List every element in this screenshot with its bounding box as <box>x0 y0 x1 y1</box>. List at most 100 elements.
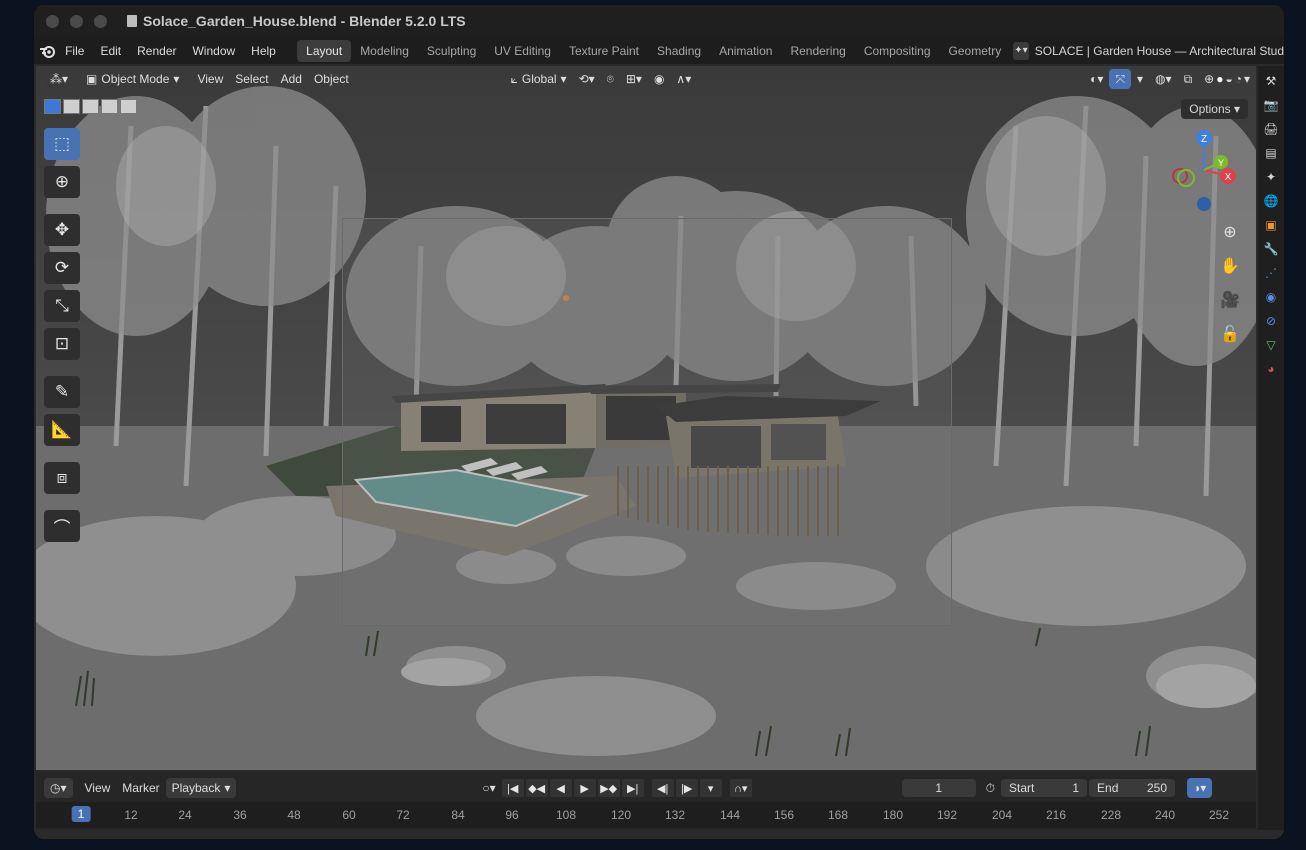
add-cube-tool[interactable]: ⧈ <box>44 462 80 494</box>
editor-type-button[interactable]: ⁂▾ <box>44 69 75 89</box>
camera-view-icon[interactable]: 🎥 <box>1218 288 1242 312</box>
stopwatch-icon[interactable]: ⏱ <box>980 778 1001 798</box>
chevron-down-icon[interactable]: ▾ <box>1244 69 1250 89</box>
start-frame-field[interactable]: Start 1 <box>1001 779 1088 797</box>
play-icon[interactable]: ▶ <box>573 779 596 797</box>
play-reverse-icon[interactable]: ◀ <box>549 779 572 797</box>
jump-next-key-icon[interactable]: ▶◆ <box>597 779 620 797</box>
annotate-tool[interactable]: ✎ <box>44 376 80 408</box>
timeline-menu-playback[interactable]: Playback ▾ <box>165 778 237 798</box>
jump-start-icon[interactable]: |◀ <box>501 779 524 797</box>
menu-file[interactable]: File <box>57 40 92 62</box>
physics-properties-icon[interactable]: ◉ <box>1262 288 1280 306</box>
select-intersect-icon[interactable] <box>120 99 137 114</box>
snap-target-button[interactable]: ⊞▾ <box>620 69 648 89</box>
object-properties-icon[interactable]: ▣ <box>1262 216 1280 234</box>
select-invert-icon[interactable] <box>101 99 118 114</box>
select-box-tool[interactable]: ⬚ <box>44 128 80 160</box>
proportional-edit-toggle[interactable]: ◉ <box>647 69 671 89</box>
scale-tool[interactable]: ⤡ <box>44 290 80 322</box>
frame-tick-current[interactable]: 1 <box>71 806 91 822</box>
tab-layout[interactable]: Layout <box>297 39 352 62</box>
rendered-shading-icon[interactable]: ◔ <box>1235 69 1242 89</box>
lock-view-icon[interactable]: 🔓 <box>1218 322 1242 346</box>
gizmo-dropdown[interactable]: ▾ <box>1131 69 1149 89</box>
tab-sculpting[interactable]: Sculpting <box>418 40 485 62</box>
timeline-menu-view[interactable]: View <box>79 778 117 798</box>
viewport-menu-select[interactable]: Select <box>229 69 274 89</box>
visibility-button[interactable]: ◐▾ <box>1084 69 1109 89</box>
tab-modeling[interactable]: Modeling <box>351 40 418 62</box>
menu-window[interactable]: Window <box>184 40 243 62</box>
zoom-icon[interactable]: ⊕ <box>1218 220 1242 244</box>
world-properties-icon[interactable]: 🌐 <box>1262 192 1280 210</box>
tab-uv-editing[interactable]: UV Editing <box>485 40 560 62</box>
tab-compositing[interactable]: Compositing <box>855 40 940 62</box>
material-properties-icon[interactable]: ◕ <box>1262 360 1280 378</box>
curve-tool[interactable]: ⌒ <box>44 510 80 542</box>
overlay-toggle[interactable]: ◍▾ <box>1149 69 1178 89</box>
minimize-window-button[interactable] <box>70 14 83 28</box>
render-properties-icon[interactable]: 📷 <box>1262 96 1280 114</box>
current-frame-field[interactable]: 1 <box>901 779 976 797</box>
select-extend-icon[interactable] <box>63 99 80 114</box>
xray-toggle[interactable]: ⧉ <box>1178 69 1199 89</box>
viewport-menu-object[interactable]: Object <box>308 69 355 89</box>
timeline-editor-type-button[interactable]: ◷▾ <box>44 778 73 798</box>
view-layer-icon[interactable]: ▤ <box>1262 144 1280 162</box>
next-keyframe-icon[interactable]: |▶ <box>675 779 698 797</box>
tab-texture-paint[interactable]: Texture Paint <box>560 40 648 62</box>
navigation-gizmo[interactable]: Z X Y <box>1166 126 1244 216</box>
gizmo-toggle[interactable]: ⤧ <box>1109 69 1132 89</box>
pivot-point-button[interactable]: ⟲▾ <box>573 69 601 89</box>
menu-help[interactable]: Help <box>243 40 284 62</box>
3d-viewport[interactable]: ⁂▾ ▣ Object Mode ▾ View Select Add Objec… <box>36 66 1256 770</box>
pan-hand-icon[interactable]: ✋ <box>1218 254 1242 278</box>
data-properties-icon[interactable]: ▽ <box>1262 336 1280 354</box>
tab-shading[interactable]: Shading <box>648 40 710 62</box>
shading-modes[interactable]: ⊕ ● ◒ ◔ ▾ <box>1198 69 1256 89</box>
falloff-button[interactable]: ∧▾ <box>670 69 697 89</box>
mode-selector[interactable]: ▣ Object Mode ▾ <box>80 69 186 89</box>
scene-selector[interactable]: ✦▾ SOLACE | Garden House — Architectural… <box>1013 41 1284 60</box>
jump-end-icon[interactable]: ▶| <box>621 779 644 797</box>
snap-toggle[interactable]: ⌾ <box>600 69 620 89</box>
timeline-overlay-button[interactable]: ◑▾ <box>1187 778 1213 798</box>
gizmo-neg-x[interactable] <box>1172 168 1188 184</box>
end-frame-field[interactable]: End 250 <box>1089 779 1176 797</box>
rotate-tool[interactable]: ⟳ <box>44 252 80 284</box>
output-properties-icon[interactable]: 🖨 <box>1262 120 1280 138</box>
constraint-properties-icon[interactable]: ⊘ <box>1262 312 1280 330</box>
transform-tool[interactable]: ⊡ <box>44 328 80 360</box>
wireframe-shading-icon[interactable]: ⊕ <box>1204 69 1214 89</box>
jump-prev-key-icon[interactable]: ◆◀ <box>525 779 548 797</box>
tab-rendering[interactable]: Rendering <box>781 40 854 62</box>
scene-properties-icon[interactable]: ✦ <box>1262 168 1280 186</box>
timeline-frame-ruler[interactable]: 1 12 24 36 48 60 72 84 96 108 120 132 14… <box>36 802 1256 828</box>
viewport-menu-add[interactable]: Add <box>275 69 308 89</box>
select-subtract-icon[interactable] <box>82 99 99 114</box>
timeline-menu-marker[interactable]: Marker <box>116 778 165 798</box>
zoom-window-button[interactable] <box>94 14 107 28</box>
close-window-button[interactable] <box>46 14 59 28</box>
options-dropdown[interactable]: Options ▾ <box>1181 99 1248 119</box>
auto-keying-toggle[interactable]: ○▾ <box>476 778 501 798</box>
keying-set-icon[interactable]: ∩▾ <box>729 779 752 797</box>
menu-render[interactable]: Render <box>129 40 184 62</box>
measure-tool[interactable]: 📐 <box>44 414 80 446</box>
scene-icon[interactable]: ✦▾ <box>1013 41 1029 60</box>
select-new-icon[interactable] <box>44 99 61 114</box>
gizmo-neg-z[interactable] <box>1197 197 1211 211</box>
tab-animation[interactable]: Animation <box>710 40 781 62</box>
menu-edit[interactable]: Edit <box>92 40 129 62</box>
cursor-tool[interactable]: ⊕ <box>44 166 80 198</box>
particle-properties-icon[interactable]: ⋰ <box>1262 264 1280 282</box>
transform-orientation-selector[interactable]: ⟀ Global ▾ <box>505 69 573 89</box>
tool-properties-icon[interactable]: ⚒ <box>1262 72 1280 90</box>
tab-geometry[interactable]: Geometry <box>940 40 1004 62</box>
modifier-properties-icon[interactable]: 🔧 <box>1262 240 1280 258</box>
viewport-menu-view[interactable]: View <box>191 69 229 89</box>
move-tool[interactable]: ✥ <box>44 214 80 246</box>
chevron-down-icon[interactable]: ▾ <box>699 779 722 797</box>
solid-shading-icon[interactable]: ● <box>1216 69 1223 89</box>
